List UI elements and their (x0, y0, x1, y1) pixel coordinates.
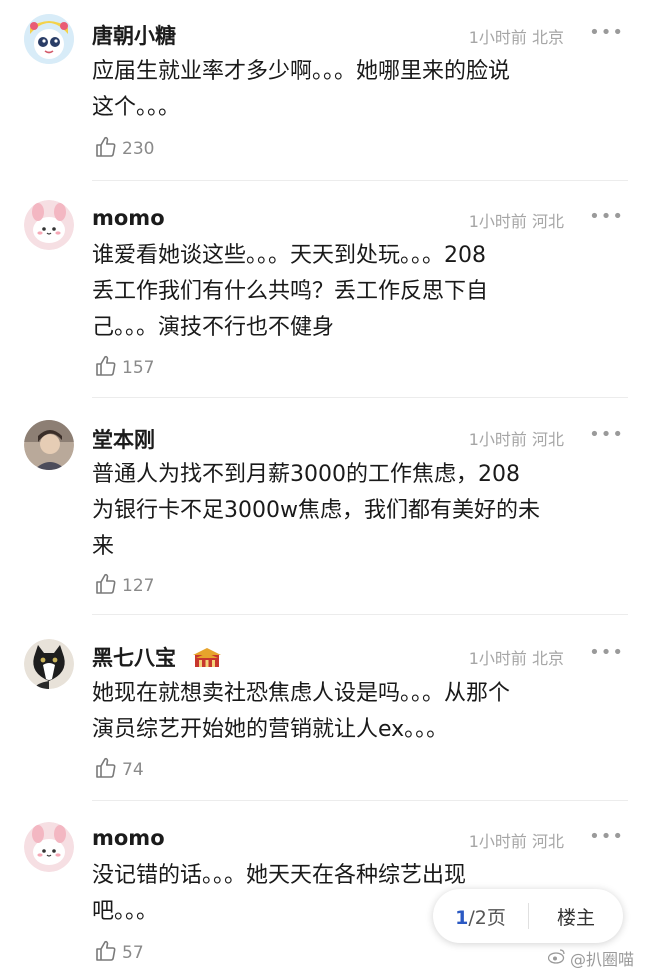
floor-owner-button[interactable]: 楼主 (529, 903, 623, 930)
watermark: @扒圈喵 (547, 946, 634, 970)
like-button[interactable]: 57 (94, 940, 144, 966)
more-options-icon[interactable]: ••• (589, 424, 624, 445)
palace-badge-icon (191, 646, 223, 673)
comment-location: 河北 (531, 832, 564, 851)
weibo-logo-icon (547, 948, 566, 968)
thumbs-up-icon (94, 572, 118, 600)
page-total: /2页 (468, 906, 506, 929)
comment-text: 普通人为找不到月薪3000的工作焦虑，208 为银行卡不足3000w焦虑，我们都… (92, 457, 622, 565)
pink-bunny-avatar-icon[interactable] (24, 200, 74, 250)
pink-bunny-avatar-icon[interactable] (24, 822, 74, 872)
divider (92, 180, 628, 181)
page-indicator-button[interactable]: 1/2页 (433, 903, 528, 930)
thumbs-up-icon (94, 135, 118, 163)
comment-line: 应届生就业率才多少啊。。。她哪里来的脸说 (92, 59, 511, 84)
comment-line: 谁爱看她谈这些。。。天天到处玩。。。208 (92, 243, 486, 268)
photo-portrait-avatar-icon[interactable] (24, 420, 74, 470)
like-count: 57 (122, 943, 144, 963)
comment-author[interactable]: 唐朝小糖 (92, 20, 176, 50)
comment-author[interactable]: momo (92, 826, 165, 850)
comment-author-name[interactable]: 黑七八宝 (92, 646, 176, 670)
comment-meta: 1小时前 北京 (469, 645, 564, 669)
comment-location: 河北 (531, 430, 564, 449)
thumbs-up-icon (94, 756, 118, 784)
comment-text: 应届生就业率才多少啊。。。她哪里来的脸说 这个。。。 (92, 54, 622, 126)
like-button[interactable]: 157 (94, 355, 154, 381)
comment-meta: 1小时前 北京 (469, 24, 564, 48)
more-options-icon[interactable]: ••• (589, 206, 624, 227)
thumbs-up-icon (94, 939, 118, 967)
like-button[interactable]: 127 (94, 573, 154, 599)
comment-author[interactable]: momo (92, 206, 165, 230)
like-count: 74 (122, 760, 144, 780)
divider (92, 397, 628, 398)
more-options-icon[interactable]: ••• (589, 22, 624, 43)
comment-line: 这个。。。 (92, 95, 181, 120)
thumbs-up-icon (94, 354, 118, 382)
comment-time: 1小时前 (468, 430, 527, 449)
like-count: 230 (122, 139, 155, 159)
comment-location: 北京 (531, 28, 564, 47)
like-button[interactable]: 230 (94, 136, 154, 162)
like-count: 157 (122, 358, 155, 378)
comment-text: 她现在就想卖社恐焦虑人设是吗。。。从那个 演员综艺开始她的营销就让人ex。。。 (92, 676, 622, 748)
comment-line: 普通人为找不到月薪3000的工作焦虑，208 (92, 462, 520, 487)
like-button[interactable]: 74 (94, 757, 144, 783)
comment-line: 演员综艺开始她的营销就让人ex。。。 (92, 717, 449, 742)
floating-pager: 1/2页 楼主 (433, 889, 623, 943)
comment-line: 己。。。演技不行也不健身 (92, 315, 335, 340)
comment-author[interactable]: 黑七八宝 (92, 642, 223, 673)
comment-location: 河北 (531, 212, 564, 231)
comment-meta: 1小时前 河北 (469, 828, 564, 852)
comment-meta: 1小时前 河北 (469, 208, 564, 232)
comment-line: 为银行卡不足3000w焦虑，我们都有美好的未 (92, 498, 540, 523)
comment-line: 来 (92, 534, 115, 559)
comment-line: 她现在就想卖社恐焦虑人设是吗。。。从那个 (92, 681, 511, 706)
comment-author[interactable]: 堂本刚 (92, 424, 155, 454)
more-options-icon[interactable]: ••• (589, 642, 624, 663)
divider (92, 800, 628, 801)
like-count: 127 (122, 576, 155, 596)
comment-time: 1小时前 (468, 28, 527, 47)
current-page: 1 (455, 906, 469, 929)
comment-time: 1小时前 (468, 649, 527, 668)
divider (92, 614, 628, 615)
comment-time: 1小时前 (468, 212, 527, 231)
cartoon-girl-avatar-icon[interactable] (24, 14, 74, 64)
comment-meta: 1小时前 河北 (469, 426, 564, 450)
black-cat-avatar-icon[interactable] (24, 639, 74, 689)
comment-location: 北京 (531, 649, 564, 668)
comment-text: 谁爱看她谈这些。。。天天到处玩。。。208 丢工作我们有什么共鸣？丢工作反思下自… (92, 238, 622, 346)
comment-time: 1小时前 (468, 832, 527, 851)
comment-line: 丢工作我们有什么共鸣？丢工作反思下自 (92, 279, 489, 304)
watermark-text: @扒圈喵 (569, 950, 634, 969)
more-options-icon[interactable]: ••• (589, 826, 624, 847)
